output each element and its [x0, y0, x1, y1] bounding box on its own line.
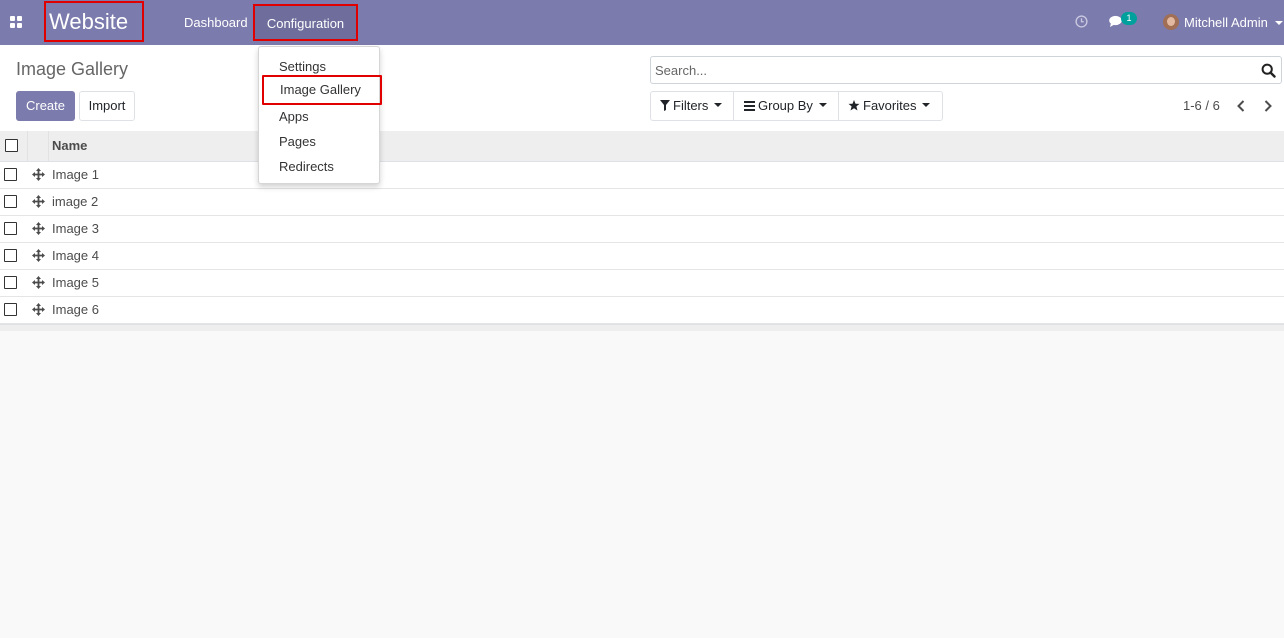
- row-checkbox[interactable]: [4, 222, 17, 235]
- column-header-name[interactable]: Name: [52, 131, 87, 161]
- table-row[interactable]: Image 3: [0, 216, 1284, 243]
- move-arrows-icon[interactable]: [32, 276, 45, 289]
- chat-count-badge: 1: [1121, 12, 1137, 25]
- bars-icon: [744, 100, 755, 111]
- table-row[interactable]: Image 1: [0, 162, 1284, 189]
- search-bar: [650, 56, 1282, 84]
- filters-label: Filters: [673, 98, 709, 113]
- apps-grid-icon[interactable]: [10, 15, 24, 29]
- table-footer: [0, 324, 1284, 331]
- caret-down-icon: [818, 102, 827, 107]
- group-by-button[interactable]: Group By: [733, 91, 839, 121]
- cell-name: Image 6: [52, 302, 99, 317]
- page-title: Image Gallery: [16, 59, 129, 79]
- configuration-dropdown: Settings Image Gallery Apps Pages Redire…: [258, 46, 382, 184]
- search-input[interactable]: [655, 57, 1245, 83]
- move-arrows-icon[interactable]: [32, 195, 45, 208]
- create-button[interactable]: Create: [16, 91, 75, 121]
- move-arrows-icon[interactable]: [32, 222, 45, 235]
- menu-item-image-gallery[interactable]: Image Gallery: [262, 75, 382, 105]
- caret-down-icon: [922, 102, 931, 107]
- chevron-left-icon[interactable]: [1235, 99, 1247, 113]
- chevron-down-icon: [1275, 21, 1283, 25]
- search-button[interactable]: [1257, 57, 1281, 83]
- control-panel: Image Gallery Create Import Filters Grou…: [0, 45, 1284, 132]
- row-checkbox[interactable]: [4, 168, 17, 181]
- menu-dashboard[interactable]: Dashboard: [184, 0, 248, 45]
- user-menu[interactable]: Mitchell Admin: [1184, 0, 1268, 45]
- pager-value[interactable]: 1-6 / 6: [1183, 91, 1220, 121]
- cell-name: image 2: [52, 194, 99, 209]
- menu-item-redirects[interactable]: Redirects: [259, 154, 379, 179]
- group-by-label: Group By: [758, 98, 813, 113]
- move-arrows-icon[interactable]: [32, 168, 45, 181]
- search-icon: [1261, 63, 1276, 78]
- row-checkbox[interactable]: [4, 276, 17, 289]
- header-select-cell: [0, 131, 28, 161]
- cell-name: Image 3: [52, 221, 99, 236]
- table-row[interactable]: Image 4: [0, 243, 1284, 270]
- app-brand[interactable]: Website: [44, 1, 144, 42]
- caret-down-icon: [714, 102, 723, 107]
- header-handle-cell: [27, 131, 49, 161]
- move-arrows-icon[interactable]: [32, 303, 45, 316]
- row-checkbox[interactable]: [4, 195, 17, 208]
- menu-configuration[interactable]: Configuration: [253, 4, 358, 41]
- favorites-label: Favorites: [863, 98, 917, 113]
- table-row[interactable]: image 2: [0, 189, 1284, 216]
- table-row[interactable]: Image 5: [0, 270, 1284, 297]
- menu-item-apps[interactable]: Apps: [259, 104, 379, 129]
- funnel-icon: [660, 100, 670, 112]
- clock-icon[interactable]: [1075, 15, 1088, 28]
- cell-name: Image 5: [52, 275, 99, 290]
- select-all-checkbox[interactable]: [5, 139, 18, 152]
- favorites-button[interactable]: Favorites: [838, 91, 943, 121]
- avatar[interactable]: [1163, 14, 1179, 30]
- cell-name: Image 4: [52, 248, 99, 263]
- row-checkbox[interactable]: [4, 303, 17, 316]
- row-checkbox[interactable]: [4, 249, 17, 262]
- cell-name: Image 1: [52, 167, 99, 182]
- filters-button[interactable]: Filters: [650, 91, 734, 121]
- move-arrows-icon[interactable]: [32, 249, 45, 262]
- menu-item-pages[interactable]: Pages: [259, 129, 379, 154]
- chevron-right-icon[interactable]: [1262, 99, 1274, 113]
- top-navbar: Website Dashboard Configuration 1 Mitche…: [0, 0, 1284, 45]
- table-header: Name: [0, 131, 1284, 162]
- star-icon: [848, 100, 860, 111]
- table-row[interactable]: Image 6: [0, 297, 1284, 324]
- import-button[interactable]: Import: [79, 91, 135, 121]
